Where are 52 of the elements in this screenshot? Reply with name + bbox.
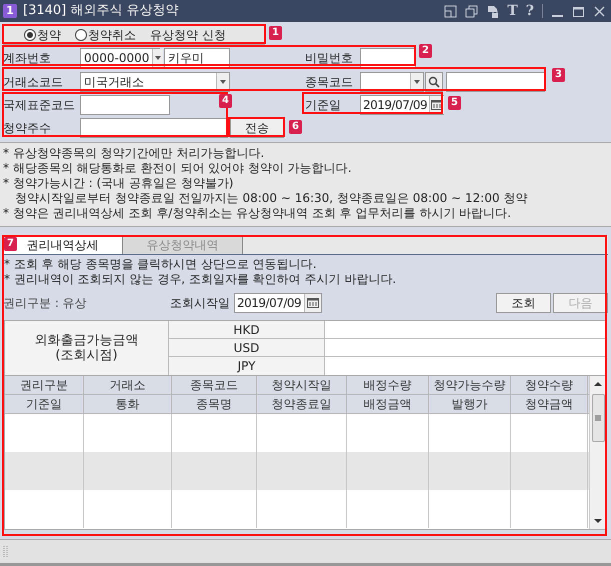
column-header[interactable]: 통화 [84, 395, 172, 413]
exchange-dropdown[interactable]: 미국거래소 [80, 72, 230, 92]
annotation-badge: 5 [448, 96, 461, 110]
notice-text: * 권리내역이 조회되지 않는 경우, 조회일자를 확인하여 주시기 바랍니다. [4, 272, 398, 287]
column-header[interactable]: 발행가 [429, 395, 511, 413]
field-label: 거래소코드 [3, 74, 64, 90]
currency-cell: USD [169, 339, 325, 357]
notice-text: * 조회 후 해당 종목명을 클릭하시면 상단으로 연동됩니다. [4, 257, 318, 272]
annotation-badge: 3 [552, 68, 565, 82]
window-title: [3140] 해외주식 유상청약 [23, 2, 178, 20]
notice-text: * 청약은 권리내역상세 조회 후/청약취소는 유상청약내역 조회 후 업무처리를 하시기 바랍니다. [3, 206, 512, 221]
column-header[interactable]: 청약가능수량 [429, 376, 511, 394]
radio-option[interactable]: 청약취소 [75, 26, 136, 44]
column-header[interactable]: 종목코드 [172, 376, 257, 394]
field-label: 계좌번호 [3, 50, 52, 67]
column-header[interactable]: 청약금액 [511, 395, 588, 413]
radio-option[interactable]: 청약 [24, 26, 61, 44]
start-date-field[interactable]: 2019/07/09 [234, 293, 322, 313]
field-label: 청약주수 [3, 120, 52, 137]
notice-text: * 해당종목의 해당통화로 환전이 되어 있어야 청약이 가능합니다. [3, 161, 353, 176]
column-header[interactable]: 종목명 [172, 395, 257, 413]
field-label: 종목코드 [305, 74, 354, 90]
column-header[interactable]: 거래소 [84, 376, 172, 394]
balance-label: 외화출금가능금액 [34, 333, 138, 348]
toolbar-button[interactable]: T [507, 4, 518, 18]
column-header[interactable]: 배정수량 [347, 376, 429, 394]
category-text: 권리구분 : 유상 [3, 295, 88, 312]
form-title: 유상청약 신청 [150, 27, 226, 44]
balance-label: (조회시점) [55, 348, 118, 363]
currency-cell: JPY [169, 357, 325, 375]
column-header[interactable]: 청약시작일 [257, 376, 347, 394]
notice-text: * 유상청약종목의 청약기간에만 처리가능합니다. [3, 146, 266, 161]
currency-cell: HKD [169, 321, 325, 339]
column-header[interactable]: 청약수량 [511, 376, 588, 394]
field-label: 국제표준코드 [3, 97, 76, 114]
field-label: 비밀번호 [305, 50, 354, 67]
column-header[interactable]: 배정금액 [347, 395, 429, 413]
annotation-badge: 7 [4, 237, 17, 251]
annotation-badge: 1 [269, 26, 282, 40]
window-number-badge: 1 [3, 4, 17, 18]
field-label: 조회시작일 [170, 295, 230, 312]
column-header[interactable]: 청약종료일 [257, 395, 347, 413]
annotation-badge: 4 [219, 94, 232, 108]
annotation-badge: 2 [419, 44, 432, 58]
column-header[interactable]: 권리구분 [5, 376, 84, 394]
query-button[interactable]: 조회 [496, 293, 551, 313]
column-header[interactable]: 기준일 [5, 395, 84, 413]
notice-text: * 청약가능시간 : (국내 공휴일은 청약불가) [3, 176, 234, 191]
notice-text: 청약시작일로부터 청약종료일 전일까지는 08:00 ~ 16:30, 청약종료일은 08:00 ~ 12:00 청약 [14, 191, 528, 206]
field-label: 기준일 [305, 97, 342, 114]
toolbar-button[interactable]: ? [526, 4, 534, 18]
annotation-badge: 6 [289, 120, 302, 134]
